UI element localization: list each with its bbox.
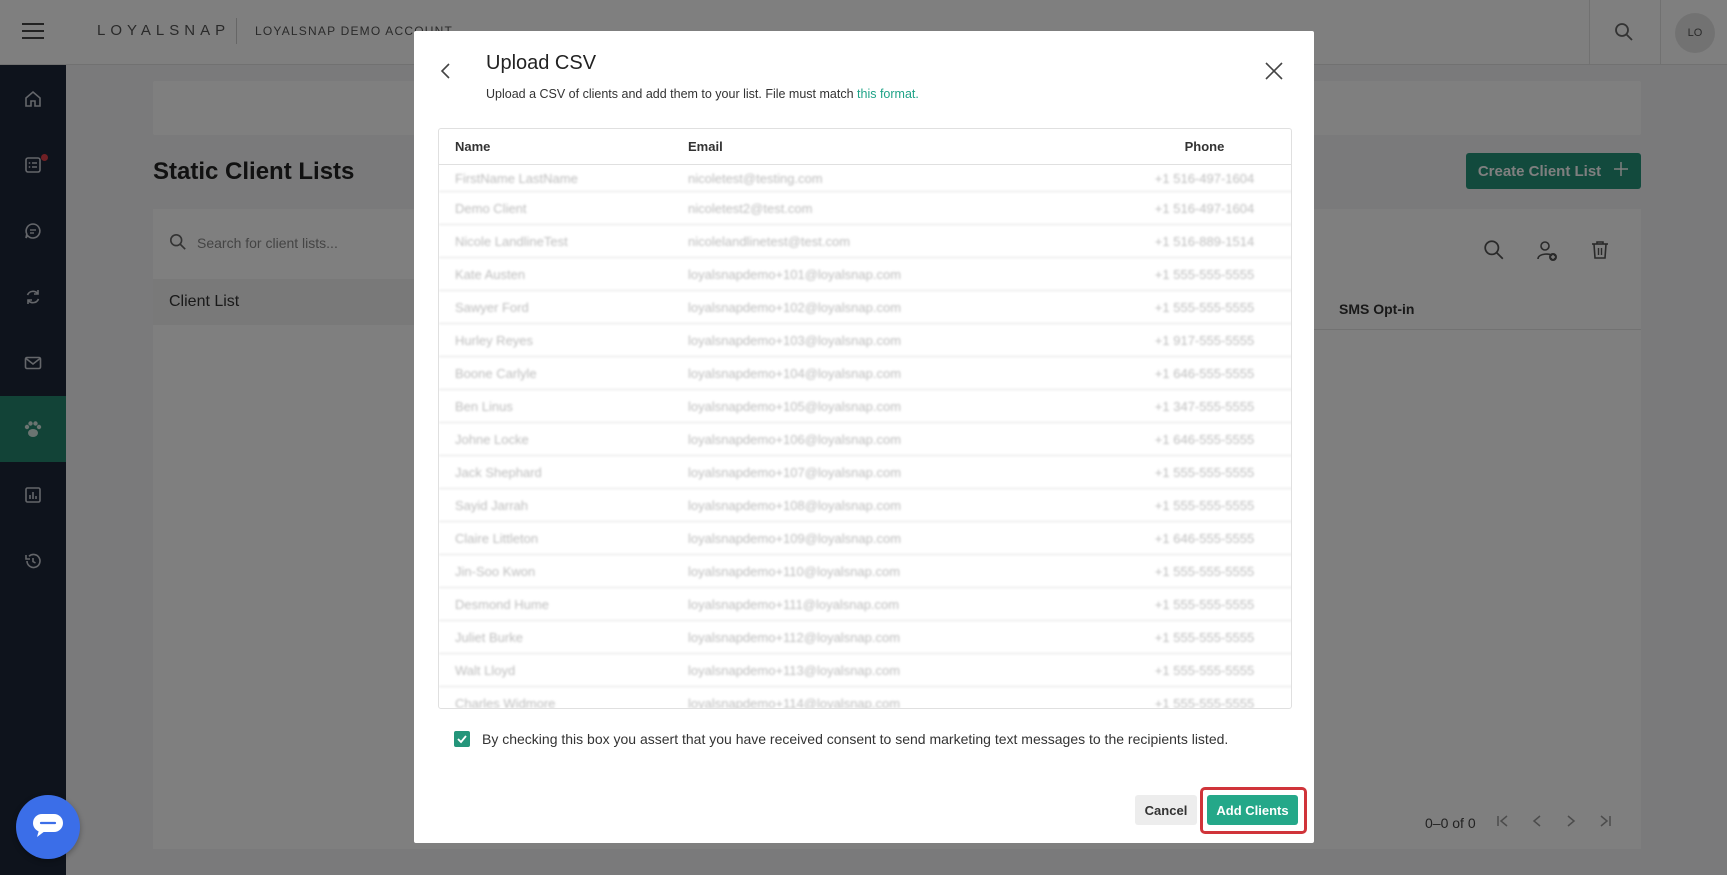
- table-row: Desmond Hume loyalsnapdemo+111@loyalsnap.…: [439, 588, 1291, 621]
- row-phone: +1 555-555-5555: [1154, 266, 1255, 282]
- table-header: Name Email Phone: [439, 129, 1291, 165]
- row-email: loyalsnapdemo+103@loyalsnap.com: [688, 332, 902, 348]
- add-clients-button[interactable]: Add Clients: [1207, 795, 1298, 825]
- row-phone: +1 555-555-5555: [1154, 563, 1255, 579]
- row-email: nicoletest@testing.com: [688, 170, 823, 186]
- row-phone: +1 646-555-5555: [1154, 530, 1255, 546]
- row-email: loyalsnapdemo+106@loyalsnap.com: [688, 431, 902, 447]
- row-email: loyalsnapdemo+105@loyalsnap.com: [688, 398, 902, 414]
- chat-support-button[interactable]: [16, 795, 80, 859]
- row-name: FirstName LastName: [455, 170, 578, 186]
- row-phone: +1 516-889-1514: [1154, 233, 1255, 249]
- table-row: Sawyer Ford loyalsnapdemo+102@loyalsnap.c…: [439, 291, 1291, 324]
- row-phone: +1 555-555-5555: [1154, 464, 1255, 480]
- row-name: Kate Austen: [455, 266, 526, 282]
- row-email: loyalsnapdemo+107@loyalsnap.com: [688, 464, 902, 480]
- row-email: loyalsnapdemo+102@loyalsnap.com: [688, 299, 902, 315]
- row-email: loyalsnapdemo+101@loyalsnap.com: [688, 266, 902, 282]
- row-phone: +1 555-555-5555: [1154, 629, 1255, 645]
- row-phone: +1 516-497-1604: [1154, 170, 1255, 186]
- row-email: nicoletest2@test.com: [688, 200, 813, 216]
- close-icon[interactable]: [1264, 61, 1284, 86]
- row-name: Jack Shephard: [455, 464, 542, 480]
- row-email: loyalsnapdemo+109@loyalsnap.com: [688, 530, 902, 546]
- row-name: Jin-Soo Kwon: [455, 563, 536, 579]
- table-row: Jin-Soo Kwon loyalsnapdemo+110@loyalsnap.…: [439, 555, 1291, 588]
- row-phone: +1 555-555-5555: [1154, 695, 1255, 709]
- table-row: Demo Client nicoletest2@test.com +1 516-49…: [439, 192, 1291, 225]
- cancel-button[interactable]: Cancel: [1135, 795, 1197, 825]
- row-phone: +1 555-555-5555: [1154, 596, 1255, 612]
- row-name: Desmond Hume: [455, 596, 549, 612]
- row-email: loyalsnapdemo+113@loyalsnap.com: [688, 662, 901, 678]
- table-row: Hurley Reyes loyalsnapdemo+103@loyalsnap.…: [439, 324, 1291, 357]
- row-name: Walt Lloyd: [455, 662, 516, 678]
- row-name: Sayid Jarrah: [455, 497, 528, 513]
- row-phone: +1 646-555-5555: [1154, 365, 1255, 381]
- row-name: Boone Carlyle: [455, 365, 537, 381]
- table-row: Claire Littleton loyalsnapdemo+109@loyals…: [439, 522, 1291, 555]
- row-name: Johne Locke: [455, 431, 529, 447]
- table-row: Ben Linus loyalsnapdemo+105@loyalsnap.com…: [439, 390, 1291, 423]
- csv-preview-table[interactable]: Name Email Phone FirstName LastName nicol…: [438, 128, 1292, 709]
- row-phone: +1 917-555-5555: [1154, 332, 1255, 348]
- row-email: loyalsnapdemo+112@loyalsnap.com: [688, 629, 901, 645]
- table-row: Sayid Jarrah loyalsnapdemo+108@loyalsnap.…: [439, 489, 1291, 522]
- modal-title: Upload CSV: [486, 52, 597, 74]
- row-name: Claire Littleton: [455, 530, 539, 546]
- row-email: loyalsnapdemo+111@loyalsnap.com: [688, 596, 900, 612]
- row-name: Demo Client: [455, 200, 527, 216]
- row-phone: +1 555-555-5555: [1154, 299, 1255, 315]
- row-phone: +1 555-555-5555: [1154, 662, 1255, 678]
- row-name: Charles Widmore: [455, 695, 556, 709]
- table-row: Boone Carlyle loyalsnapdemo+104@loyalsnap…: [439, 357, 1291, 390]
- subtitle-text: Upload a CSV of clients and add them to …: [486, 87, 854, 101]
- row-email: loyalsnapdemo+104@loyalsnap.com: [688, 365, 902, 381]
- chat-bubble-icon: [31, 811, 65, 844]
- table-row: Jack Shephard loyalsnapdemo+107@loyalsnap…: [439, 456, 1291, 489]
- row-phone: +1 516-497-1604: [1154, 200, 1255, 216]
- table-row: Kate Austen loyalsnapdemo+101@loyalsnap.c…: [439, 258, 1291, 291]
- table-row: Charles Widmore loyalsnapdemo+114@loyalsn…: [439, 687, 1291, 709]
- modal-subtitle: Upload a CSV of clients and add them to …: [486, 87, 919, 101]
- phone-column-header: Phone: [1184, 139, 1225, 154]
- row-name: Ben Linus: [455, 398, 513, 414]
- row-name: Hurley Reyes: [455, 332, 534, 348]
- upload-csv-modal: Upload CSV Upload a CSV of clients and a…: [414, 31, 1314, 843]
- row-phone: +1 646-555-5555: [1154, 431, 1255, 447]
- table-row: Johne Locke loyalsnapdemo+106@loyalsnap.c…: [439, 423, 1291, 456]
- consent-checkbox[interactable]: [454, 731, 470, 747]
- consent-row: By checking this box you assert that you…: [454, 731, 1228, 747]
- consent-text: By checking this box you assert that you…: [482, 731, 1229, 747]
- row-name: Nicole LandlineTest: [455, 233, 568, 249]
- table-row: FirstName LastName nicoletest@testing.com…: [439, 165, 1291, 192]
- back-arrow-icon[interactable]: [438, 61, 454, 86]
- row-name: Juliet Burke: [455, 629, 523, 645]
- email-column-header: Email: [688, 139, 723, 154]
- format-link[interactable]: this format.: [857, 87, 919, 101]
- row-name: Sawyer Ford: [455, 299, 529, 315]
- table-body: FirstName LastName nicoletest@testing.com…: [439, 165, 1291, 709]
- table-row: Nicole LandlineTest nicolelandlinetest@te…: [439, 225, 1291, 258]
- table-row: Juliet Burke loyalsnapdemo+112@loyalsnap.…: [439, 621, 1291, 654]
- row-email: loyalsnapdemo+114@loyalsnap.com: [688, 695, 901, 709]
- row-phone: +1 555-555-5555: [1154, 497, 1255, 513]
- row-phone: +1 347-555-5555: [1154, 398, 1255, 414]
- name-column-header: Name: [455, 139, 491, 154]
- table-row: Walt Lloyd loyalsnapdemo+113@loyalsnap.co…: [439, 654, 1291, 687]
- row-email: loyalsnapdemo+108@loyalsnap.com: [688, 497, 902, 513]
- row-email: nicolelandlinetest@test.com: [688, 233, 851, 249]
- row-email: loyalsnapdemo+110@loyalsnap.com: [688, 563, 901, 579]
